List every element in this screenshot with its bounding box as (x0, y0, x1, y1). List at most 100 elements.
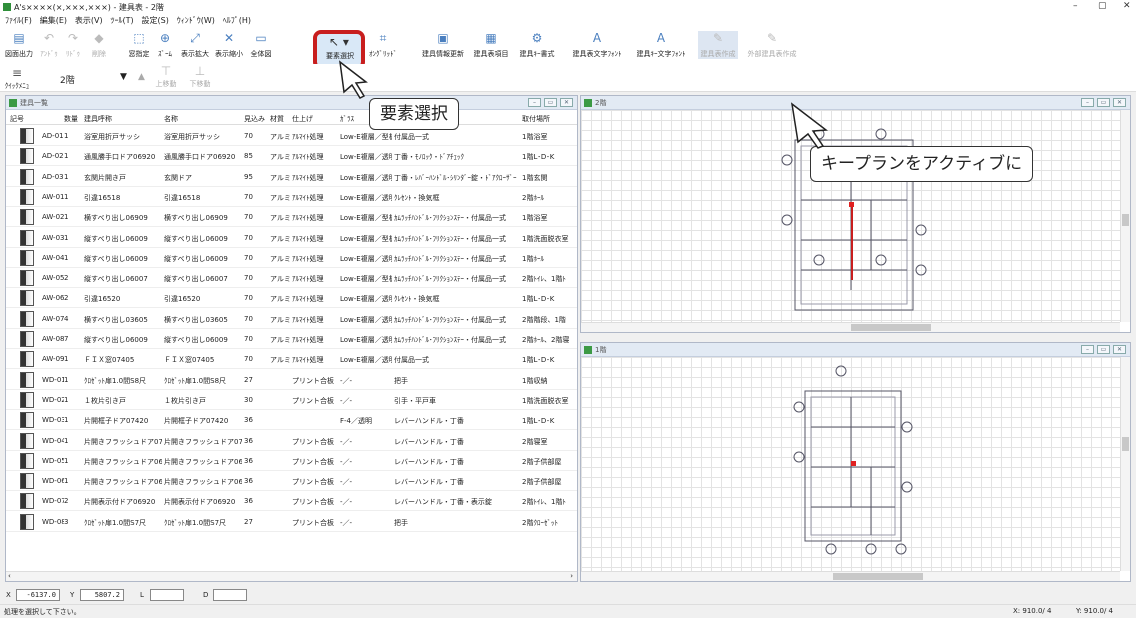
update-door-info-button[interactable]: ▣ 建具情報更新 (420, 31, 466, 59)
zoom-button[interactable]: ⊕ ｽﾞｰﾑ (154, 31, 176, 59)
length-field[interactable] (150, 589, 184, 601)
move-down-button[interactable]: ⊥ 下移動 (186, 64, 214, 89)
menu-tools[interactable]: ﾂｰﾙ(T) (110, 14, 133, 28)
panel-close-button[interactable]: ✕ (1113, 345, 1126, 354)
panel-minimize-button[interactable]: – (1081, 98, 1094, 107)
table-cell: ｸﾛｾﾞｯﾄ扉1.0間S7尺 (164, 518, 227, 527)
table-cell: 2階ﾎｰﾙ (522, 193, 544, 202)
panel-restore-button[interactable]: ▭ (1097, 345, 1110, 354)
create-table-button[interactable]: ✎ 建具表作成 (698, 31, 738, 59)
table-row[interactable]: AW-03 1 縦すべり出し06009 縦すべり出し06009 70 アルミ ｱﾙﾏｲﾄ処理… (6, 228, 577, 248)
table-row[interactable]: AD-01 1 浴室用折戸サッシ 浴室用折戸サッシ 70 アルミ ｱﾙﾏｲﾄ処理 Low-E複… (6, 126, 577, 146)
shrink-view-button[interactable]: ✕ 表示縮小 (214, 31, 244, 59)
menu-settings[interactable]: 設定(S) (142, 14, 169, 28)
floor-selector[interactable]: 2階 (60, 73, 75, 86)
plan-grid[interactable] (581, 110, 1120, 322)
col-door-name: 建具呼称 (84, 115, 112, 123)
table-cell: 1階収納 (522, 376, 548, 385)
table-cell: 片開框子ドア07420 (164, 417, 229, 426)
plan-2f-horizontal-scrollbar[interactable] (581, 322, 1120, 332)
floor-up-icon[interactable]: ▲ (138, 72, 145, 82)
window-select-button[interactable]: ⬚ 窓指定 (126, 31, 152, 59)
table-row[interactable]: AW-01 1 引違16518 引違16518 70 アルミ ｱﾙﾏｲﾄ処理 Low-E複層／… (6, 187, 577, 207)
table-cell: WD-01 (42, 375, 64, 384)
table-cell: 70 (244, 253, 253, 262)
print-button[interactable]: ▤ 図面出力 (4, 31, 34, 59)
panel-restore-button[interactable]: ▭ (544, 98, 557, 107)
maximize-button[interactable]: ▢ (1098, 1, 1107, 11)
table-row[interactable]: AW-09 1 ＦＩＸ窓07405 ＦＩＸ窓07405 70 アルミ ｱﾙﾏｲﾄ処理 Low-… (6, 349, 577, 370)
plan-view-2f[interactable]: 2階 – ▭ ✕ (580, 95, 1131, 333)
table-row[interactable]: AW-07 4 横すべり出し03605 横すべり出し03605 70 アルミ ｱﾙﾏｲﾄ処理… (6, 309, 577, 329)
table-cell: 95 (244, 172, 253, 181)
table-row[interactable]: AW-04 1 縦すべり出し06009 縦すべり出し06009 70 アルミ ｱﾙﾏｲﾄ処理… (6, 248, 577, 268)
scroll-right-icon[interactable]: › (570, 572, 573, 580)
list-horizontal-scrollbar[interactable]: ‹ › (6, 571, 577, 581)
table-cell: 2階寝室 (522, 437, 548, 446)
main-toolbar: ▤ 図面出力 ↶ ｱﾝﾄﾞｩ ↷ ﾘﾄﾞｩ ◆ 削除 ⬚ 窓指定 ⊕ ｽﾞｰﾑ ⤢ 表示拡大 … (0, 28, 1136, 64)
create-external-table-button[interactable]: ✎ 外部建具表作成 (742, 31, 802, 59)
table-row[interactable]: AD-02 1 通風勝手口ドア06920 通風勝手口ドア06920 85 アルミ ｱﾙﾏｲﾄ… (6, 146, 577, 167)
plan-1f-vertical-scrollbar[interactable] (1120, 357, 1130, 571)
table-cell: 把手 (394, 518, 408, 527)
panel-minimize-button[interactable]: – (528, 98, 541, 107)
table-cell: Low-E複層／透明 (340, 254, 392, 263)
menu-file[interactable]: ﾌｧｲﾙ(F) (5, 14, 32, 28)
direction-field[interactable] (213, 589, 247, 601)
table-cell: 1 (64, 253, 69, 262)
key-font-button[interactable]: A 建具ｷｰ文字ﾌｫﾝﾄ (632, 31, 690, 59)
plan-view-1f[interactable]: 1階 – ▭ ✕ (580, 342, 1131, 582)
table-row[interactable]: WD-02 1 １枚片引き戸 １枚片引き戸 30 プリント合板 -／- 引手・平戸車 1階洗面脱… (6, 390, 577, 410)
delete-button[interactable]: ◆ 削除 (88, 31, 110, 59)
plan-1f-horizontal-scrollbar[interactable] (581, 571, 1120, 581)
table-row[interactable]: WD-08 3 ｸﾛｾﾞｯﾄ扉1.0間S7尺 ｸﾛｾﾞｯﾄ扉1.0間S7尺 27 プリント… (6, 512, 577, 532)
expand-view-button[interactable]: ⤢ 表示拡大 (180, 31, 210, 59)
table-row[interactable]: WD-051片開きフラッシュドア06920片開きフラッシュドア0692036プリ… (6, 451, 577, 471)
floor-dropdown-icon[interactable]: ▼ (120, 72, 127, 82)
table-row[interactable]: AW-02 1 横すべり出し06909 横すべり出し06909 70 アルミ ｱﾙﾏｲﾄ処理… (6, 207, 577, 228)
table-row[interactable]: WD-03 1 片開框子ドア07420 片開框子ドア07420 36 F-4／透明 レバーハ… (6, 410, 577, 431)
x-coordinate-field[interactable]: -6137.0 (16, 589, 60, 601)
grid-snap-button[interactable]: ⌗ ｵﾝｸﾞﾘｯﾄﾞ (368, 31, 398, 59)
plan-grid[interactable] (581, 357, 1120, 571)
menu-window[interactable]: ｳｨﾝﾄﾞｳ(W) (177, 14, 215, 28)
table-row[interactable]: WD-061片開きフラッシュドア06920片開きフラッシュドア0692036プリ… (6, 471, 577, 492)
move-up-button[interactable]: ⊤ 上移動 (152, 64, 180, 89)
menu-help[interactable]: ﾍﾙﾌﾟ(H) (223, 14, 251, 28)
panel-minimize-button[interactable]: – (1081, 345, 1094, 354)
col-quantity: 数量 (64, 115, 78, 123)
table-row[interactable]: AW-05 2 縦すべり出し06007 縦すべり出し06007 70 アルミ ｱﾙﾏｲﾄ処理… (6, 268, 577, 289)
table-cell: 2階ｸﾛｰｾﾞｯﾄ (522, 518, 558, 527)
table-cell: 通風勝手口ドア06920 (164, 153, 236, 162)
panel-close-button[interactable]: ✕ (1113, 98, 1126, 107)
undo-button[interactable]: ↶ ｱﾝﾄﾞｩ (38, 31, 60, 59)
table-cell: 横すべり出し03605 (84, 315, 148, 324)
fit-all-button[interactable]: ▭ 全体図 (248, 31, 274, 59)
minimize-button[interactable]: – (1073, 1, 1078, 11)
table-row[interactable]: WD-041片開きフラッシュドア07120片開きフラッシュドア0712036プリ… (6, 431, 577, 451)
panel-restore-button[interactable]: ▭ (1097, 98, 1110, 107)
table-row[interactable]: AD-03 1 玄関片開き戸 玄関ドア 95 アルミ ｱﾙﾏｲﾄ処理 Low-E複層／透明 丁番… (6, 167, 577, 187)
plan-2f-vertical-scrollbar[interactable] (1120, 110, 1130, 322)
table-cell: アルミ (270, 356, 291, 365)
door-table-items-button[interactable]: ▦ 建具表項目 (470, 31, 512, 59)
door-key-format-button[interactable]: ⚙ 建具ｷｰ書式 (516, 31, 558, 59)
table-row[interactable]: WD-01 1 ｸﾛｾﾞｯﾄ扉1.0間S8尺 ｸﾛｾﾞｯﾄ扉1.0間S8尺 27 プリント… (6, 370, 577, 390)
status-message: 処理を選択して下さい。 (4, 608, 81, 616)
table-cell: 片開きフラッシュドア07120 (84, 437, 162, 446)
panel-close-button[interactable]: ✕ (560, 98, 573, 107)
table-cell: 1 (64, 213, 69, 222)
table-font-button[interactable]: A 建具表文字ﾌｫﾝﾄ (568, 31, 626, 59)
redo-button[interactable]: ↷ ﾘﾄﾞｩ (62, 31, 84, 59)
scroll-left-icon[interactable]: ‹ (8, 572, 11, 580)
hamburger-icon: ≡ (11, 66, 23, 80)
close-button[interactable]: ✕ (1123, 1, 1131, 11)
plan-2f-header: 2階 – ▭ ✕ (581, 96, 1130, 110)
table-row[interactable]: AW-08 7 縦すべり出し06009 縦すべり出し06009 70 アルミ ｱﾙﾏｲﾄ処理… (6, 329, 577, 349)
menu-view[interactable]: 表示(V) (75, 14, 103, 28)
y-coordinate-field[interactable]: 5807.2 (80, 589, 124, 601)
table-cell: WD-07 (42, 497, 64, 506)
menu-edit[interactable]: 編集(E) (40, 14, 67, 28)
table-row[interactable]: WD-07 2 片開表示付ドア06920 片開表示付ドア06920 36 プリント合板 -／… (6, 491, 577, 512)
table-row[interactable]: AW-06 2 引違16520 引違16520 70 アルミ ｱﾙﾏｲﾄ処理 Low-E複層／… (6, 288, 577, 309)
